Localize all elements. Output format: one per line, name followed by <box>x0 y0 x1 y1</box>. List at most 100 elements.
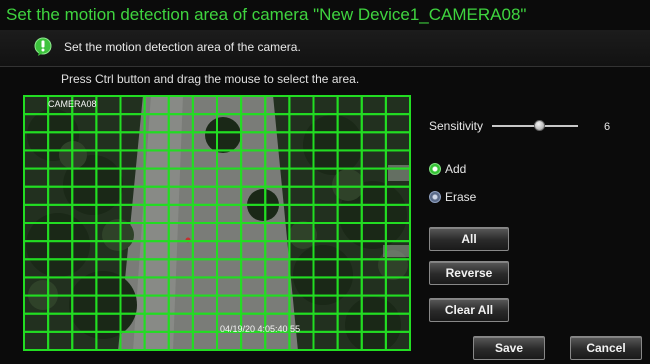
grid-cell[interactable] <box>167 185 194 206</box>
grid-cell[interactable] <box>167 167 194 188</box>
grid-cell[interactable] <box>167 312 194 333</box>
grid-cell[interactable] <box>264 95 291 116</box>
grid-cell[interactable] <box>384 167 411 188</box>
grid-cell[interactable] <box>191 294 218 315</box>
grid-cell[interactable] <box>95 95 122 116</box>
grid-cell[interactable] <box>23 167 50 188</box>
grid-cell[interactable] <box>336 167 363 188</box>
grid-cell[interactable] <box>288 185 315 206</box>
mode-add-radio[interactable]: Add <box>429 162 509 178</box>
grid-cell[interactable] <box>23 95 50 116</box>
grid-cell[interactable] <box>143 330 170 351</box>
grid-cell[interactable] <box>360 240 387 261</box>
grid-cell[interactable] <box>47 203 74 224</box>
grid-cell[interactable] <box>384 222 411 243</box>
grid-cell[interactable] <box>47 276 74 297</box>
grid-cell[interactable] <box>216 113 243 134</box>
grid-cell[interactable] <box>216 240 243 261</box>
grid-cell[interactable] <box>191 312 218 333</box>
grid-cell[interactable] <box>23 294 50 315</box>
grid-cell[interactable] <box>119 276 146 297</box>
cancel-button[interactable]: Cancel <box>570 336 642 360</box>
grid-cell[interactable] <box>143 240 170 261</box>
grid-cell[interactable] <box>216 258 243 279</box>
grid-cell[interactable] <box>119 149 146 170</box>
grid-cell[interactable] <box>312 330 339 351</box>
grid-cell[interactable] <box>288 240 315 261</box>
grid-cell[interactable] <box>360 113 387 134</box>
grid-cell[interactable] <box>360 95 387 116</box>
grid-cell[interactable] <box>167 222 194 243</box>
grid-cell[interactable] <box>264 222 291 243</box>
grid-cell[interactable] <box>384 203 411 224</box>
grid-cell[interactable] <box>119 240 146 261</box>
grid-cell[interactable] <box>95 276 122 297</box>
grid-cell[interactable] <box>95 312 122 333</box>
grid-cell[interactable] <box>360 131 387 152</box>
grid-cell[interactable] <box>167 113 194 134</box>
grid-cell[interactable] <box>191 131 218 152</box>
grid-cell[interactable] <box>95 113 122 134</box>
grid-cell[interactable] <box>360 330 387 351</box>
grid-cell[interactable] <box>360 276 387 297</box>
grid-cell[interactable] <box>216 149 243 170</box>
grid-cell[interactable] <box>312 312 339 333</box>
grid-cell[interactable] <box>240 203 267 224</box>
grid-cell[interactable] <box>288 95 315 116</box>
grid-cell[interactable] <box>312 203 339 224</box>
grid-cell[interactable] <box>264 240 291 261</box>
grid-cell[interactable] <box>240 240 267 261</box>
grid-cell[interactable] <box>288 167 315 188</box>
grid-cell[interactable] <box>23 276 50 297</box>
grid-cell[interactable] <box>240 149 267 170</box>
grid-cell[interactable] <box>119 222 146 243</box>
grid-cell[interactable] <box>288 203 315 224</box>
grid-cell[interactable] <box>240 258 267 279</box>
grid-cell[interactable] <box>47 113 74 134</box>
grid-cell[interactable] <box>71 203 98 224</box>
grid-cell[interactable] <box>216 276 243 297</box>
grid-cell[interactable] <box>216 185 243 206</box>
grid-cell[interactable] <box>191 203 218 224</box>
grid-cell[interactable] <box>384 149 411 170</box>
grid-cell[interactable] <box>95 294 122 315</box>
grid-cell[interactable] <box>119 185 146 206</box>
grid-cell[interactable] <box>360 149 387 170</box>
grid-cell[interactable] <box>384 95 411 116</box>
grid-cell[interactable] <box>384 131 411 152</box>
grid-cell[interactable] <box>191 113 218 134</box>
grid-cell[interactable] <box>95 203 122 224</box>
grid-cell[interactable] <box>288 276 315 297</box>
grid-cell[interactable] <box>336 203 363 224</box>
grid-cell[interactable] <box>288 330 315 351</box>
grid-cell[interactable] <box>384 294 411 315</box>
grid-cell[interactable] <box>71 149 98 170</box>
grid-cell[interactable] <box>312 95 339 116</box>
grid-cell[interactable] <box>119 330 146 351</box>
grid-cell[interactable] <box>143 222 170 243</box>
grid-cell[interactable] <box>167 95 194 116</box>
grid-cell[interactable] <box>71 312 98 333</box>
grid-cell[interactable] <box>71 258 98 279</box>
grid-cell[interactable] <box>119 258 146 279</box>
grid-cell[interactable] <box>71 276 98 297</box>
grid-cell[interactable] <box>312 294 339 315</box>
grid-cell[interactable] <box>119 131 146 152</box>
grid-cell[interactable] <box>95 240 122 261</box>
grid-cell[interactable] <box>119 203 146 224</box>
detection-grid[interactable] <box>23 95 411 351</box>
grid-cell[interactable] <box>143 258 170 279</box>
grid-cell[interactable] <box>240 131 267 152</box>
grid-cell[interactable] <box>95 258 122 279</box>
grid-cell[interactable] <box>143 167 170 188</box>
grid-cell[interactable] <box>240 113 267 134</box>
grid-cell[interactable] <box>264 330 291 351</box>
grid-cell[interactable] <box>23 312 50 333</box>
grid-cell[interactable] <box>288 113 315 134</box>
grid-cell[interactable] <box>167 149 194 170</box>
grid-cell[interactable] <box>23 330 50 351</box>
grid-cell[interactable] <box>216 330 243 351</box>
grid-cell[interactable] <box>23 185 50 206</box>
grid-cell[interactable] <box>384 312 411 333</box>
grid-cell[interactable] <box>240 294 267 315</box>
